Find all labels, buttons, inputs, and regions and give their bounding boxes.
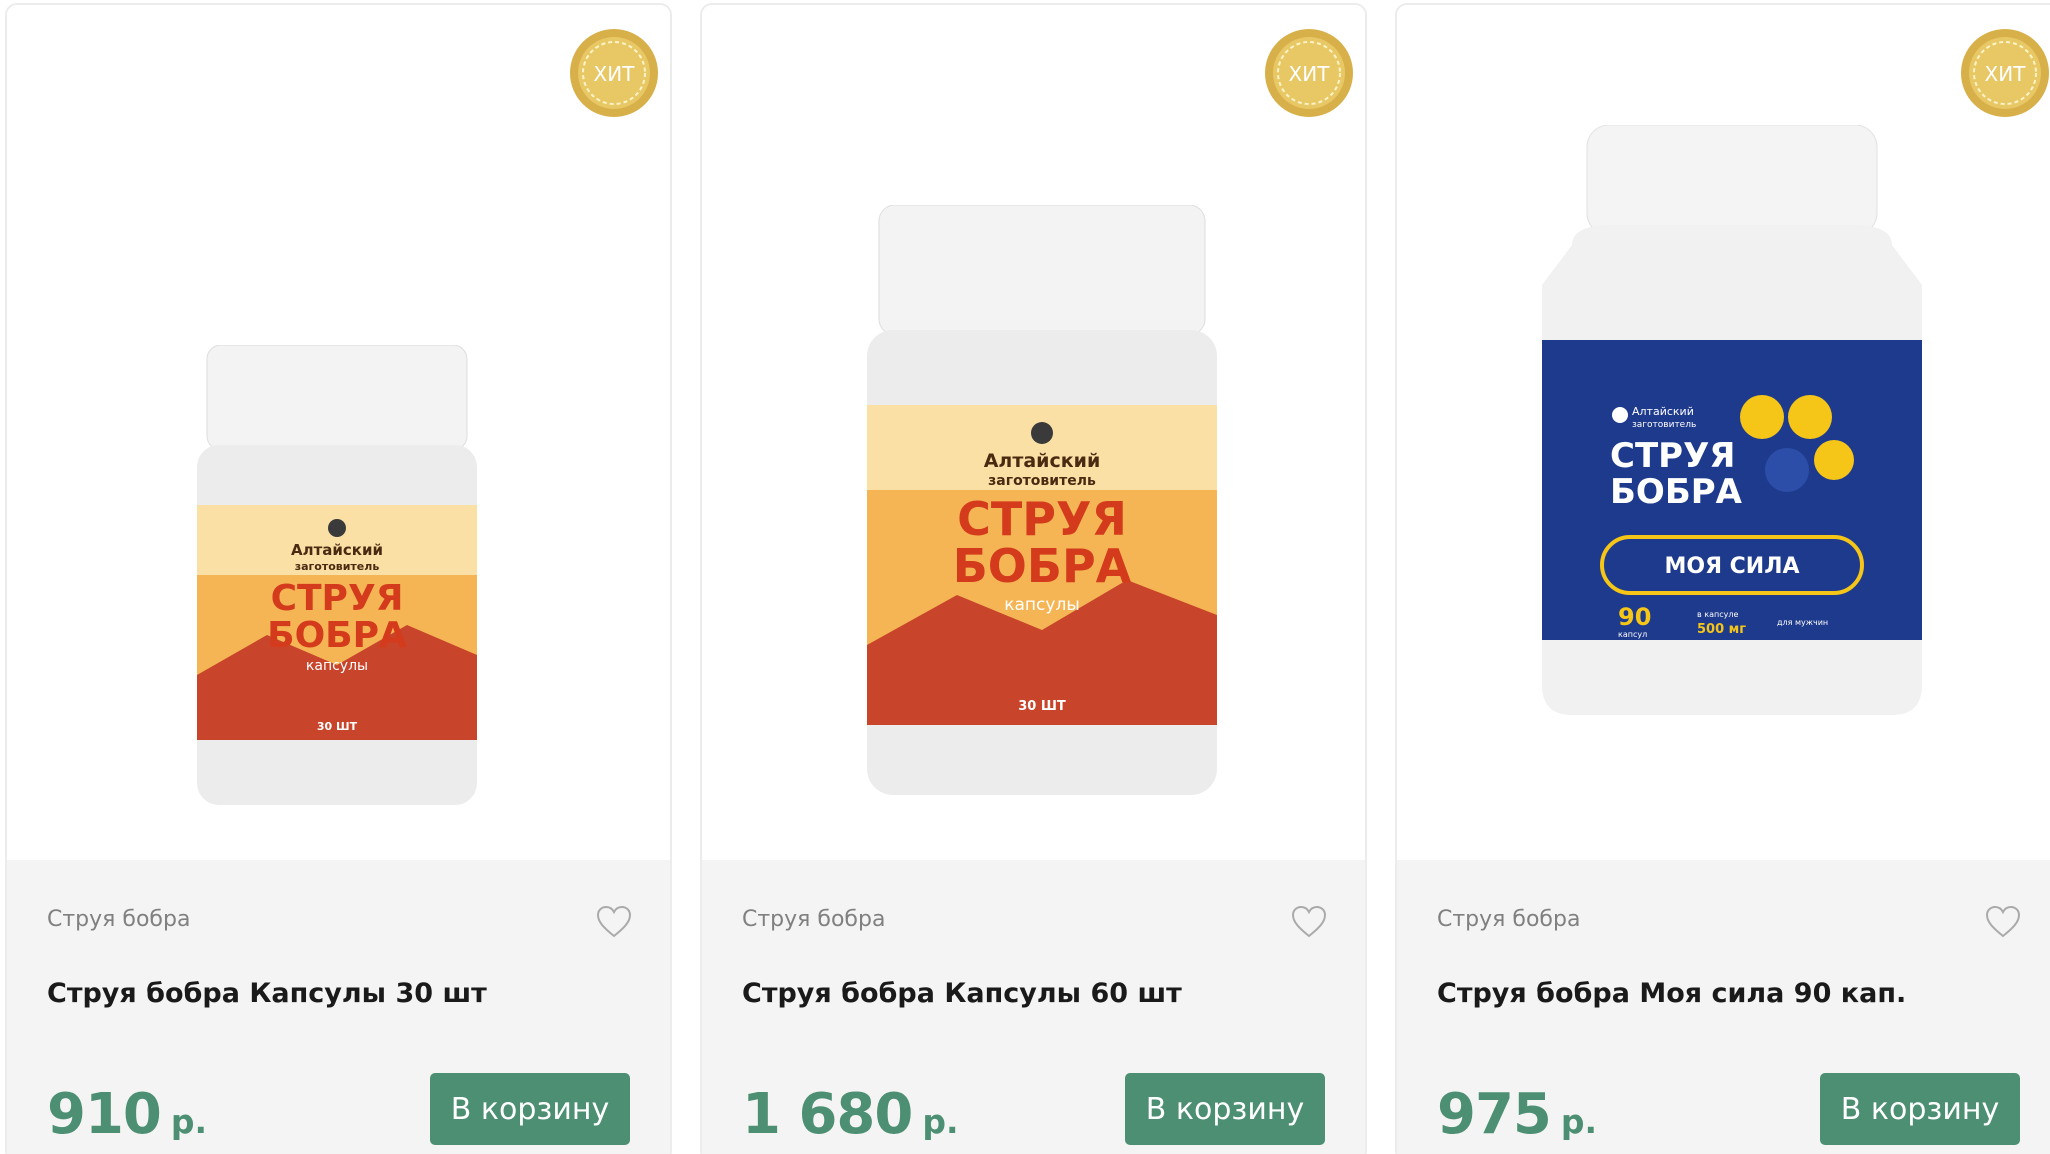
product-image-area[interactable]: ХИТ Алтайский заготовитель СТРУЯ БОБРА М… — [1397, 5, 2050, 860]
svg-text:заготовитель: заготовитель — [1632, 420, 1696, 430]
add-to-cart-button[interactable]: В корзину — [1125, 1073, 1325, 1145]
product-info: Струя бобра Струя бобра Моя сила 90 кап.… — [1397, 860, 2050, 1154]
svg-text:СТРУЯ: СТРУЯ — [1610, 436, 1735, 476]
product-jar-image: Алтайский заготовитель СТРУЯ БОБРА МОЯ С… — [1542, 125, 1922, 715]
svg-text:капсулы: капсулы — [1004, 595, 1080, 615]
hit-badge-icon: ХИТ — [1265, 29, 1353, 117]
product-category[interactable]: Струя бобра — [47, 907, 190, 932]
svg-text:капсул: капсул — [1618, 630, 1647, 639]
product-price: 975 р. — [1437, 1082, 1597, 1147]
svg-text:заготовитель: заготовитель — [988, 473, 1096, 489]
svg-text:500 мг: 500 мг — [1697, 622, 1746, 637]
heart-outline-icon[interactable] — [1289, 902, 1329, 942]
svg-text:капсулы: капсулы — [306, 658, 368, 674]
hit-badge-icon: ХИТ — [1961, 29, 2049, 117]
price-currency: р. — [1560, 1102, 1598, 1141]
product-card[interactable]: ХИТ Алтайский заготовитель СТРУЯ БОБРА к… — [700, 3, 1367, 1154]
svg-text:Алтайский: Алтайский — [984, 450, 1101, 472]
svg-text:СТРУЯ: СТРУЯ — [957, 492, 1127, 546]
price-value: 910 — [47, 1082, 162, 1147]
product-grid: ХИТ Алтайский заготовитель СТРУЯ БОБРА к… — [0, 0, 2050, 1154]
svg-text:БОБРА: БОБРА — [267, 615, 407, 656]
svg-text:СТРУЯ: СТРУЯ — [271, 578, 404, 619]
product-category[interactable]: Струя бобра — [1437, 907, 1580, 932]
add-to-cart-button[interactable]: В корзину — [430, 1073, 630, 1145]
heart-outline-icon[interactable] — [1983, 902, 2023, 942]
product-info: Струя бобра Струя бобра Капсулы 60 шт 1 … — [702, 860, 1365, 1154]
svg-text:в капсуле: в капсуле — [1697, 610, 1738, 619]
product-jar-image: Алтайский заготовитель СТРУЯ БОБРА капсу… — [197, 345, 477, 805]
svg-text:ХИТ: ХИТ — [1985, 62, 2027, 86]
product-card[interactable]: ХИТ Алтайский заготовитель СТРУЯ БОБРА М… — [1395, 3, 2050, 1154]
svg-text:БОБРА: БОБРА — [953, 539, 1132, 593]
svg-text:ХИТ: ХИТ — [1289, 62, 1331, 86]
product-price: 1 680 р. — [742, 1082, 959, 1147]
price-value: 975 — [1437, 1082, 1552, 1147]
product-title[interactable]: Струя бобра Моя сила 90 кап. — [1437, 978, 1906, 1009]
svg-text:Алтайский: Алтайский — [291, 541, 383, 559]
product-title[interactable]: Струя бобра Капсулы 30 шт — [47, 978, 487, 1009]
svg-text:для мужчин: для мужчин — [1777, 618, 1828, 627]
product-info: Струя бобра Струя бобра Капсулы 30 шт 91… — [7, 860, 670, 1154]
product-image-area[interactable]: ХИТ Алтайский заготовитель СТРУЯ БОБРА к… — [702, 5, 1365, 860]
product-image-area[interactable]: ХИТ Алтайский заготовитель СТРУЯ БОБРА к… — [7, 5, 670, 860]
hit-badge-icon: ХИТ — [570, 29, 658, 117]
price-currency: р. — [922, 1102, 959, 1141]
add-to-cart-button[interactable]: В корзину — [1820, 1073, 2020, 1145]
price-currency: р. — [170, 1102, 208, 1141]
heart-outline-icon[interactable] — [594, 902, 634, 942]
svg-text:90: 90 — [1618, 603, 1651, 631]
product-title[interactable]: Струя бобра Капсулы 60 шт — [742, 978, 1182, 1009]
product-price: 910 р. — [47, 1082, 207, 1147]
svg-text:30 ШТ: 30 ШТ — [1018, 699, 1066, 714]
product-category[interactable]: Струя бобра — [742, 907, 885, 932]
svg-text:30 ШТ: 30 ШТ — [317, 720, 358, 733]
svg-text:Алтайский: Алтайский — [1632, 405, 1694, 418]
price-value: 1 680 — [742, 1082, 913, 1147]
svg-text:ХИТ: ХИТ — [594, 62, 636, 86]
product-card[interactable]: ХИТ Алтайский заготовитель СТРУЯ БОБРА к… — [5, 3, 672, 1154]
product-jar-image: Алтайский заготовитель СТРУЯ БОБРА капсу… — [867, 205, 1217, 795]
svg-text:заготовитель: заготовитель — [295, 560, 380, 573]
svg-text:МОЯ СИЛА: МОЯ СИЛА — [1664, 554, 1799, 579]
svg-text:БОБРА: БОБРА — [1610, 472, 1743, 512]
